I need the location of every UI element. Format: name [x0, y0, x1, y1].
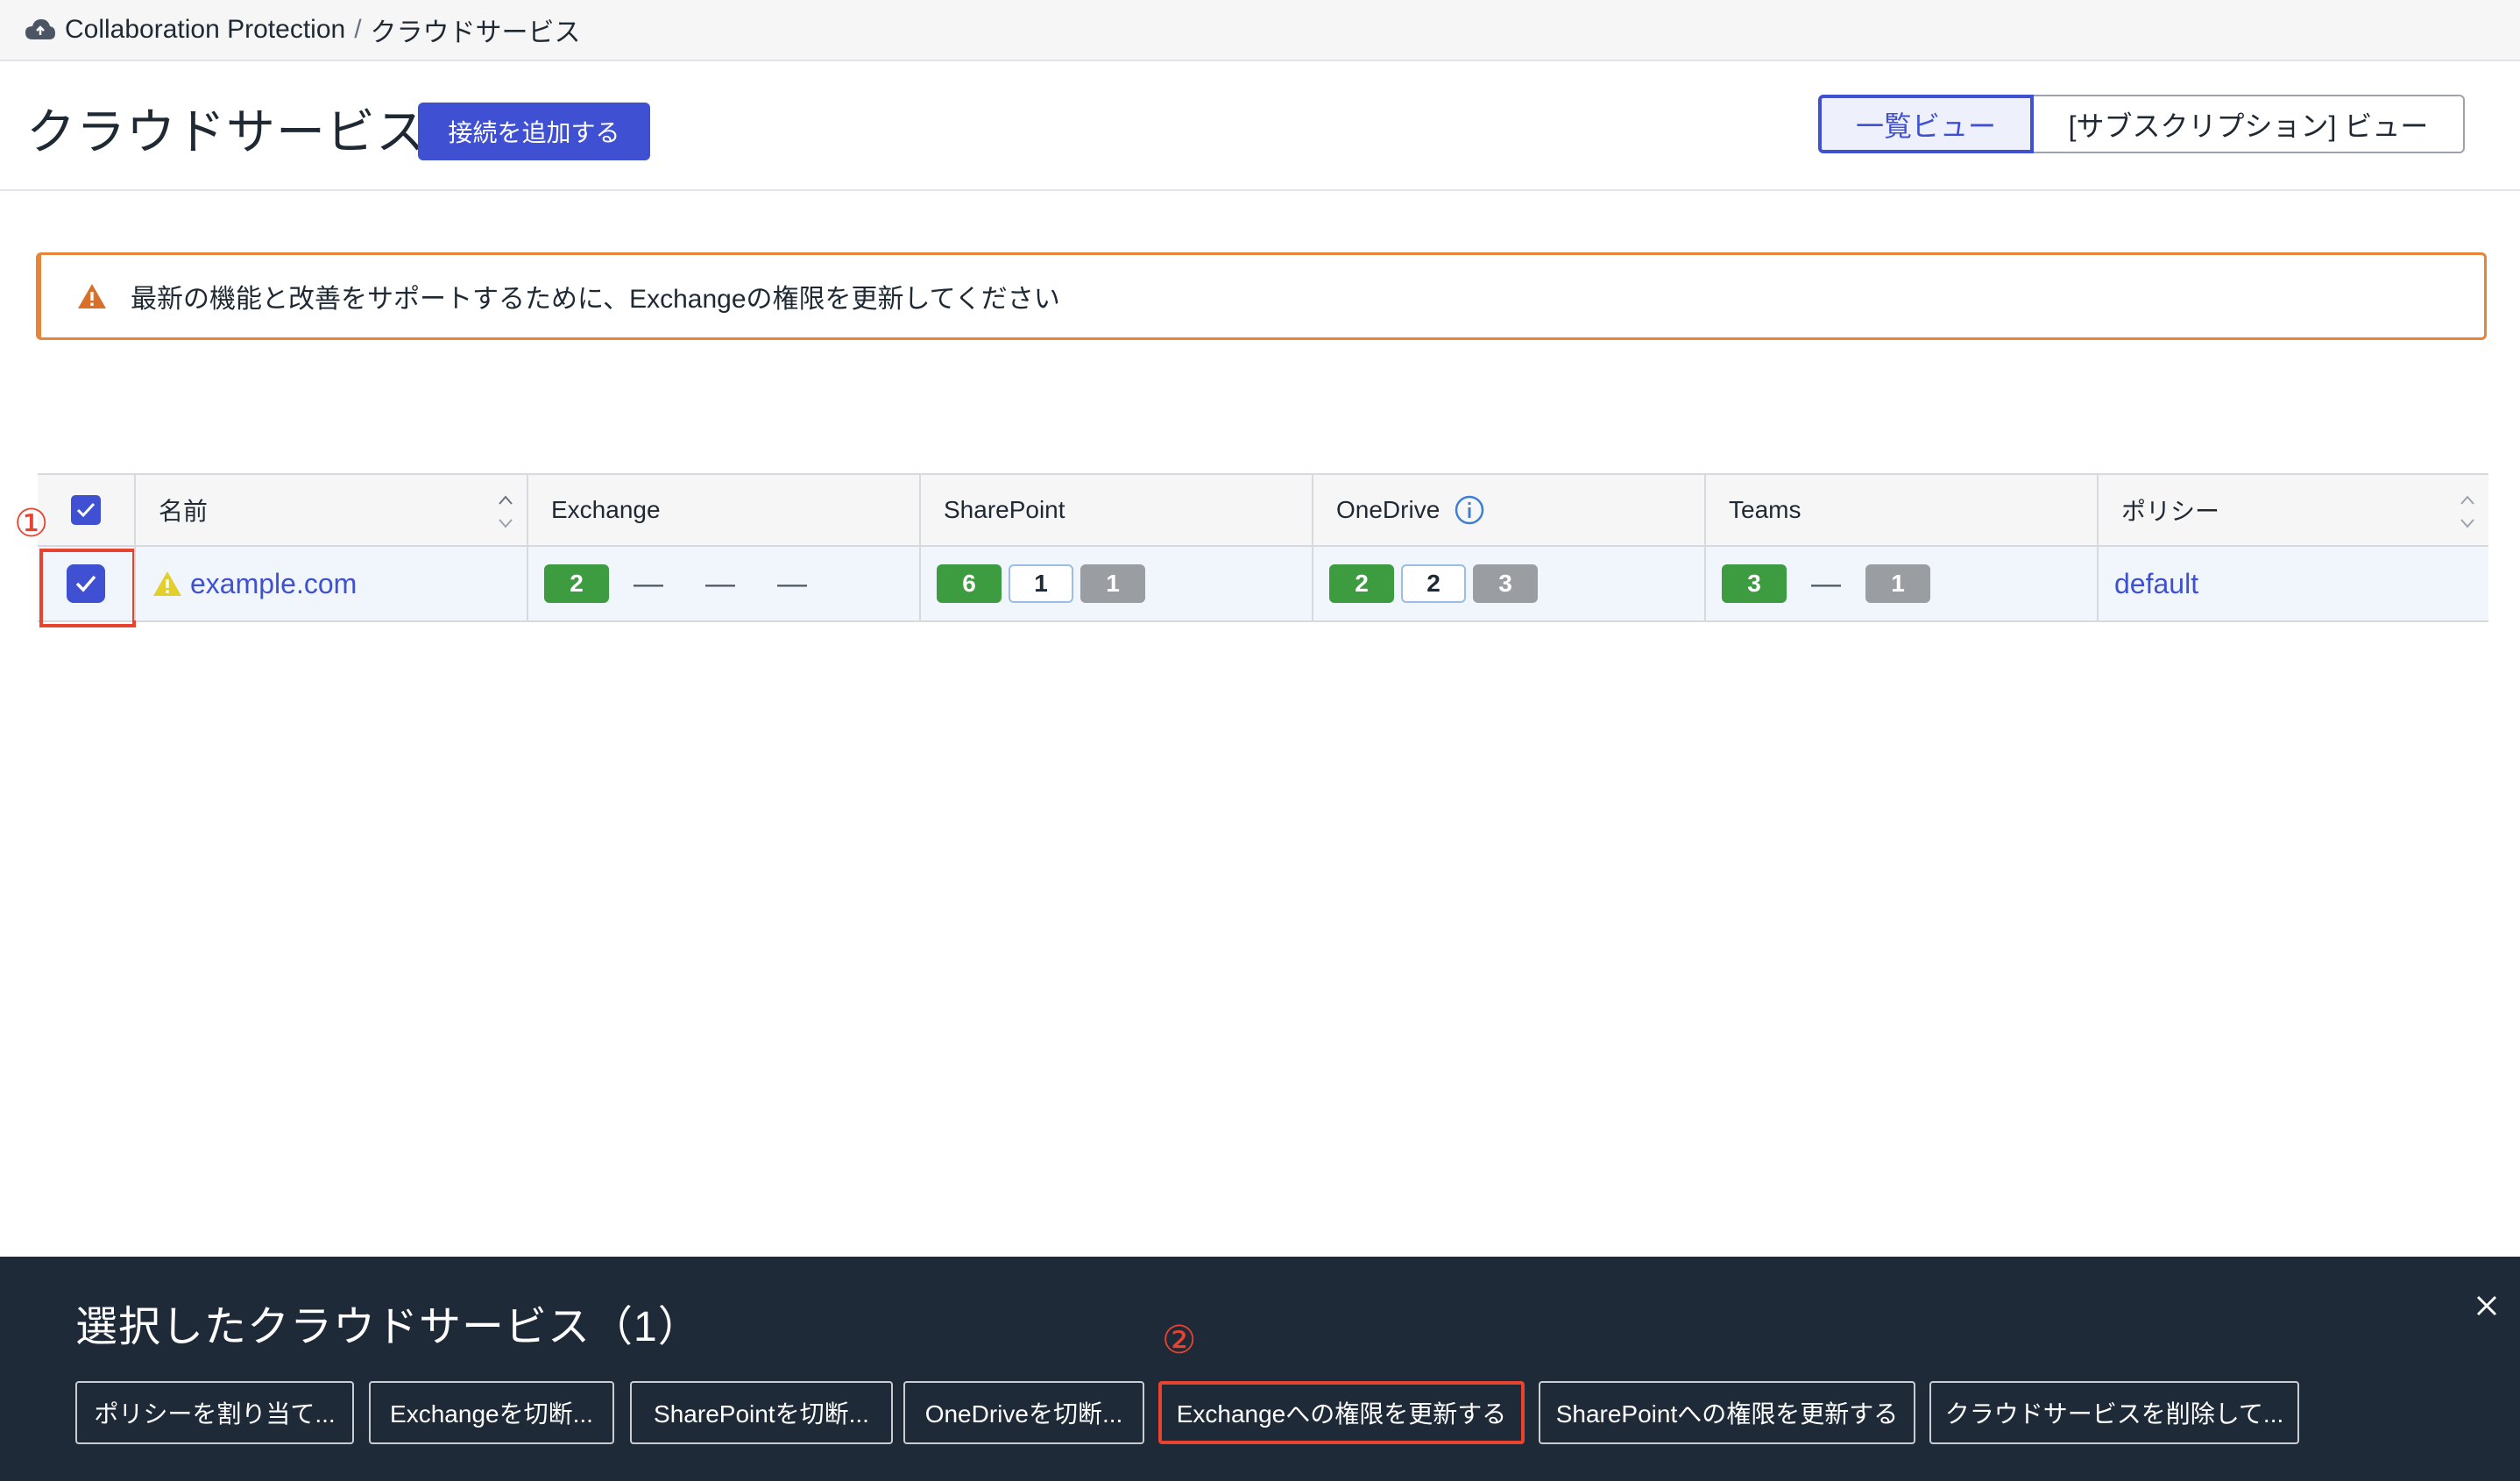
breadcrumb-separator: / — [354, 15, 362, 44]
warning-icon — [152, 570, 183, 598]
column-header-exchange: Exchange — [527, 475, 919, 545]
cloud-icon — [25, 17, 56, 43]
disconnect-onedrive-button[interactable]: OneDriveを切断... — [903, 1381, 1144, 1444]
empty-value: — — [634, 566, 663, 600]
service-name-link[interactable]: example.com — [190, 568, 357, 600]
annotation-highlight-1 — [39, 549, 136, 627]
info-icon[interactable] — [1454, 494, 1485, 526]
column-header-sharepoint: SharePoint — [919, 475, 1312, 545]
sort-icon[interactable] — [2459, 492, 2476, 531]
policy-cell: default — [2097, 547, 2488, 620]
teams-count-badge[interactable]: 1 — [1865, 564, 1930, 603]
selection-title: 選択したクラウドサービス（1） — [75, 1304, 701, 1350]
exchange-count-badge[interactable]: 2 — [544, 564, 609, 603]
view-toggle: 一覧ビュー [サブスクリプション] ビュー — [1818, 95, 2465, 153]
onedrive-count-badge[interactable]: 2 — [1329, 564, 1394, 603]
column-header-policy[interactable]: ポリシー — [2097, 475, 2488, 545]
update-exchange-permissions-button[interactable]: Exchangeへの権限を更新する — [1158, 1381, 1525, 1444]
breadcrumb-current: クラウドサービス — [370, 18, 581, 47]
breadcrumb-root[interactable]: Collaboration Protection — [65, 15, 345, 45]
sharepoint-count-badge[interactable]: 1 — [1080, 564, 1145, 603]
table-header: 名前 Exchange SharePoint OneDrive Teams ポリ… — [38, 473, 2488, 547]
disconnect-exchange-button[interactable]: Exchangeを切断... — [369, 1381, 614, 1444]
column-header-onedrive: OneDrive — [1312, 475, 1704, 545]
annotation-step-1: ① — [14, 501, 49, 546]
alert-message: 最新の機能と改善をサポートするために、Exchangeの権限を更新してください — [131, 285, 1060, 314]
onedrive-cell: 2 2 3 — [1312, 547, 1704, 620]
assign-policy-button[interactable]: ポリシーを割り当て... — [75, 1381, 354, 1444]
disconnect-sharepoint-button[interactable]: SharePointを切断... — [630, 1381, 893, 1444]
sort-icon[interactable] — [497, 492, 514, 531]
page-title: クラウドサービス — [26, 104, 426, 159]
delete-cloud-service-button[interactable]: クラウドサービスを削除して... — [1929, 1381, 2299, 1444]
onedrive-count-badge[interactable]: 2 — [1401, 564, 1466, 603]
column-header-name[interactable]: 名前 — [134, 475, 527, 545]
close-icon[interactable] — [2473, 1292, 2501, 1320]
cloud-services-table: 名前 Exchange SharePoint OneDrive Teams ポリ… — [38, 473, 2488, 627]
selection-action-panel: 選択したクラウドサービス（1） ② ポリシーを割り当て... Exchangeを… — [0, 1257, 2520, 1481]
sharepoint-cell: 6 1 1 — [919, 547, 1312, 620]
onedrive-count-badge[interactable]: 3 — [1473, 564, 1538, 603]
sharepoint-count-badge[interactable]: 6 — [937, 564, 1002, 603]
policy-link[interactable]: default — [2114, 568, 2198, 600]
select-all-cell — [38, 475, 134, 545]
page-header: クラウドサービス 接続を追加する 一覧ビュー [サブスクリプション] ビュー — [0, 61, 2520, 191]
teams-cell: 3 — 1 — [1704, 547, 2097, 620]
empty-value: — — [705, 566, 735, 600]
teams-count-badge[interactable]: 3 — [1722, 564, 1787, 603]
subscription-view-button[interactable]: [サブスクリプション] ビュー — [2034, 95, 2465, 153]
sharepoint-count-badge[interactable]: 1 — [1009, 564, 1073, 603]
table-row[interactable]: example.com 2 — — — 6 1 1 2 2 3 3 — 1 de… — [38, 547, 2488, 627]
empty-value: — — [1811, 566, 1841, 600]
empty-value: — — [777, 566, 807, 600]
permission-alert: 最新の機能と改善をサポートするために、Exchangeの権限を更新してください — [36, 252, 2487, 340]
column-header-teams: Teams — [1704, 475, 2097, 545]
name-cell: example.com — [134, 547, 527, 620]
update-sharepoint-permissions-button[interactable]: SharePointへの権限を更新する — [1539, 1381, 1915, 1444]
list-view-button[interactable]: 一覧ビュー — [1818, 95, 2034, 153]
annotation-step-2: ② — [1162, 1318, 1197, 1363]
warning-icon — [76, 282, 108, 310]
add-connection-button[interactable]: 接続を追加する — [418, 103, 650, 160]
breadcrumb: Collaboration Protection / クラウドサービス — [0, 0, 2520, 61]
row-select-cell — [38, 547, 136, 627]
exchange-cell: 2 — — — — [527, 547, 919, 620]
select-all-checkbox[interactable] — [71, 495, 101, 525]
